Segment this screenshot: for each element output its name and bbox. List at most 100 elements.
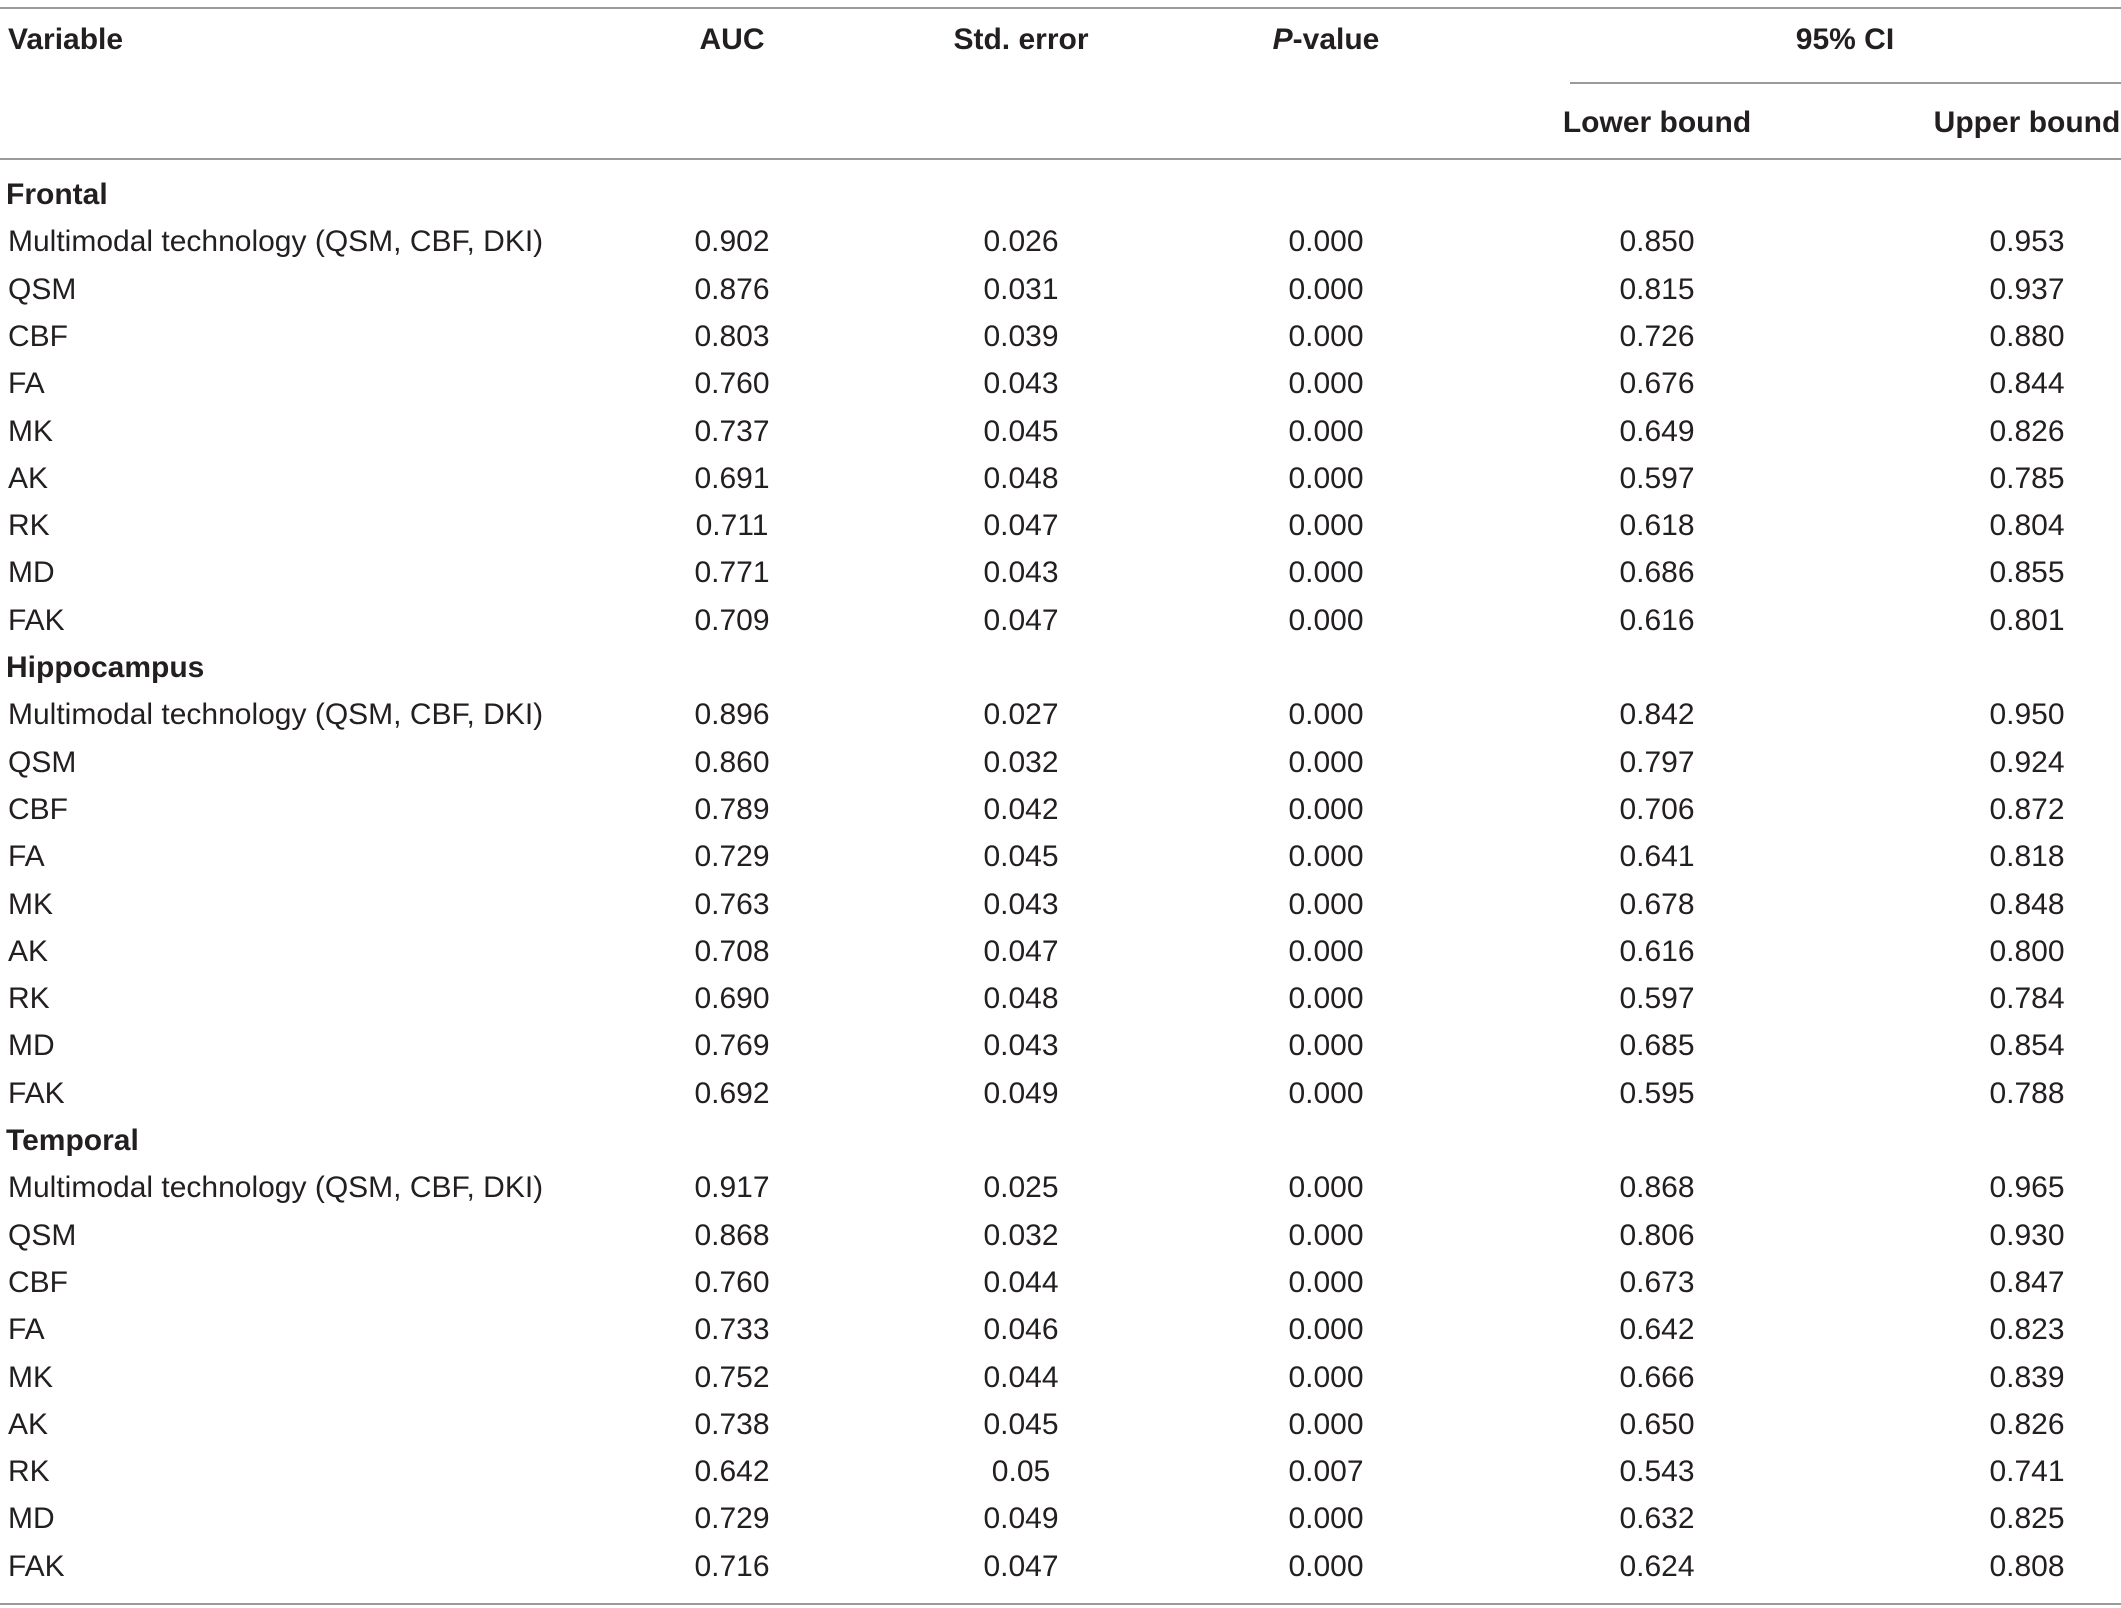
cell-std-error: 0.047 — [983, 603, 1059, 637]
cell-auc: 0.691 — [694, 461, 770, 495]
cell-p-value: 0.000 — [1288, 603, 1364, 637]
cell-auc: 0.760 — [694, 1265, 770, 1299]
table-row: RK 0.711 0.047 0.000 0.618 0.804 — [0, 502, 2121, 549]
cell-p-value: 0.000 — [1288, 414, 1364, 448]
table-row: MD 0.729 0.049 0.000 0.632 0.825 — [0, 1495, 2121, 1542]
cell-auc: 0.876 — [694, 272, 770, 306]
cell-upper-bound: 0.818 — [1989, 840, 2065, 874]
cell-variable: AK — [8, 461, 49, 495]
cell-p-value: 0.007 — [1288, 1455, 1364, 1489]
cell-variable: RK — [8, 509, 50, 543]
header-variable: Variable — [8, 23, 124, 56]
header-p-value-italic: P — [1272, 23, 1293, 56]
cell-lower-bound: 0.616 — [1619, 934, 1695, 968]
cell-upper-bound: 0.930 — [1989, 1218, 2065, 1252]
cell-auc: 0.860 — [694, 745, 770, 779]
cell-p-value: 0.000 — [1288, 1502, 1364, 1536]
cell-p-value: 0.000 — [1288, 509, 1364, 543]
cell-variable: FAK — [8, 1076, 65, 1110]
table-row: FA 0.729 0.045 0.000 0.641 0.818 — [0, 833, 2121, 880]
cell-lower-bound: 0.726 — [1619, 319, 1695, 353]
cell-p-value: 0.000 — [1288, 1313, 1364, 1347]
cell-lower-bound: 0.543 — [1619, 1455, 1695, 1489]
cell-auc: 0.763 — [694, 887, 770, 921]
cell-lower-bound: 0.868 — [1619, 1171, 1695, 1205]
cell-std-error: 0.043 — [983, 887, 1059, 921]
cell-std-error: 0.025 — [983, 1171, 1059, 1205]
section-title: Frontal — [6, 178, 108, 211]
auc-table: Variable AUC Std. error P-value 95% CI L… — [0, 0, 2121, 1608]
cell-std-error: 0.042 — [983, 792, 1059, 826]
cell-lower-bound: 0.632 — [1619, 1502, 1695, 1536]
cell-upper-bound: 0.826 — [1989, 414, 2065, 448]
cell-auc: 0.709 — [694, 603, 770, 637]
cell-upper-bound: 0.848 — [1989, 887, 2065, 921]
section-row-frontal: Frontal — [0, 171, 2121, 218]
table-row: FAK 0.692 0.049 0.000 0.595 0.788 — [0, 1070, 2121, 1117]
cell-std-error: 0.045 — [983, 840, 1059, 874]
cell-lower-bound: 0.676 — [1619, 367, 1695, 401]
cell-std-error: 0.032 — [983, 1218, 1059, 1252]
cell-lower-bound: 0.685 — [1619, 1029, 1695, 1063]
table-row: RK 0.690 0.048 0.000 0.597 0.784 — [0, 975, 2121, 1022]
cell-upper-bound: 0.825 — [1989, 1502, 2065, 1536]
table-row: CBF 0.789 0.042 0.000 0.706 0.872 — [0, 786, 2121, 833]
cell-auc: 0.917 — [694, 1171, 770, 1205]
cell-auc: 0.733 — [694, 1313, 770, 1347]
cell-auc: 0.642 — [694, 1455, 770, 1489]
table-row: AK 0.738 0.045 0.000 0.650 0.826 — [0, 1401, 2121, 1448]
cell-std-error: 0.045 — [983, 414, 1059, 448]
section-row-temporal: Temporal — [0, 1117, 2121, 1164]
cell-variable: MK — [8, 414, 53, 448]
cell-std-error: 0.047 — [983, 509, 1059, 543]
cell-variable: MK — [8, 1360, 53, 1394]
cell-p-value: 0.000 — [1288, 1265, 1364, 1299]
cell-variable: Multimodal technology (QSM, CBF, DKI) — [8, 225, 544, 259]
cell-std-error: 0.05 — [991, 1455, 1051, 1489]
table-row: FAK 0.709 0.047 0.000 0.616 0.801 — [0, 597, 2121, 644]
cell-std-error: 0.043 — [983, 556, 1059, 590]
cell-lower-bound: 0.806 — [1619, 1218, 1695, 1252]
cell-lower-bound: 0.642 — [1619, 1313, 1695, 1347]
cell-auc: 0.729 — [694, 1502, 770, 1536]
section-title: Hippocampus — [6, 651, 205, 684]
cell-std-error: 0.049 — [983, 1502, 1059, 1536]
cell-auc: 0.738 — [694, 1407, 770, 1441]
cell-std-error: 0.043 — [983, 367, 1059, 401]
cell-variable: FA — [8, 367, 45, 401]
cell-auc: 0.771 — [694, 556, 770, 590]
cell-p-value: 0.000 — [1288, 1407, 1364, 1441]
cell-upper-bound: 0.855 — [1989, 556, 2065, 590]
cell-upper-bound: 0.823 — [1989, 1313, 2065, 1347]
cell-std-error: 0.032 — [983, 745, 1059, 779]
cell-auc: 0.711 — [695, 509, 769, 543]
table-row: Multimodal technology (QSM, CBF, DKI) 0.9… — [0, 218, 2121, 265]
table-row: CBF 0.760 0.044 0.000 0.673 0.847 — [0, 1259, 2121, 1306]
cell-auc: 0.769 — [694, 1029, 770, 1063]
cell-p-value: 0.000 — [1288, 934, 1364, 968]
cell-variable: CBF — [8, 1265, 68, 1299]
section-title: Temporal — [6, 1124, 139, 1157]
table-row: MD 0.771 0.043 0.000 0.686 0.855 — [0, 549, 2121, 596]
cell-p-value: 0.000 — [1288, 887, 1364, 921]
cell-upper-bound: 0.872 — [1989, 792, 2065, 826]
cell-p-value: 0.000 — [1288, 272, 1364, 306]
cell-variable: MD — [8, 556, 55, 590]
cell-lower-bound: 0.650 — [1619, 1407, 1695, 1441]
cell-variable: MK — [8, 887, 53, 921]
header-rule — [0, 158, 2121, 160]
cell-auc: 0.752 — [694, 1360, 770, 1394]
cell-p-value: 0.000 — [1288, 1218, 1364, 1252]
table-row: MK 0.737 0.045 0.000 0.649 0.826 — [0, 408, 2121, 455]
cell-lower-bound: 0.618 — [1619, 509, 1695, 543]
cell-p-value: 0.000 — [1288, 1549, 1364, 1583]
cell-auc: 0.896 — [694, 698, 770, 732]
cell-variable: QSM — [8, 1218, 77, 1252]
cell-p-value: 0.000 — [1288, 225, 1364, 259]
cell-upper-bound: 0.854 — [1989, 1029, 2065, 1063]
cell-variable: MD — [8, 1029, 55, 1063]
cell-std-error: 0.031 — [983, 272, 1059, 306]
cell-variable: CBF — [8, 319, 68, 353]
cell-std-error: 0.027 — [983, 698, 1059, 732]
cell-auc: 0.729 — [694, 840, 770, 874]
